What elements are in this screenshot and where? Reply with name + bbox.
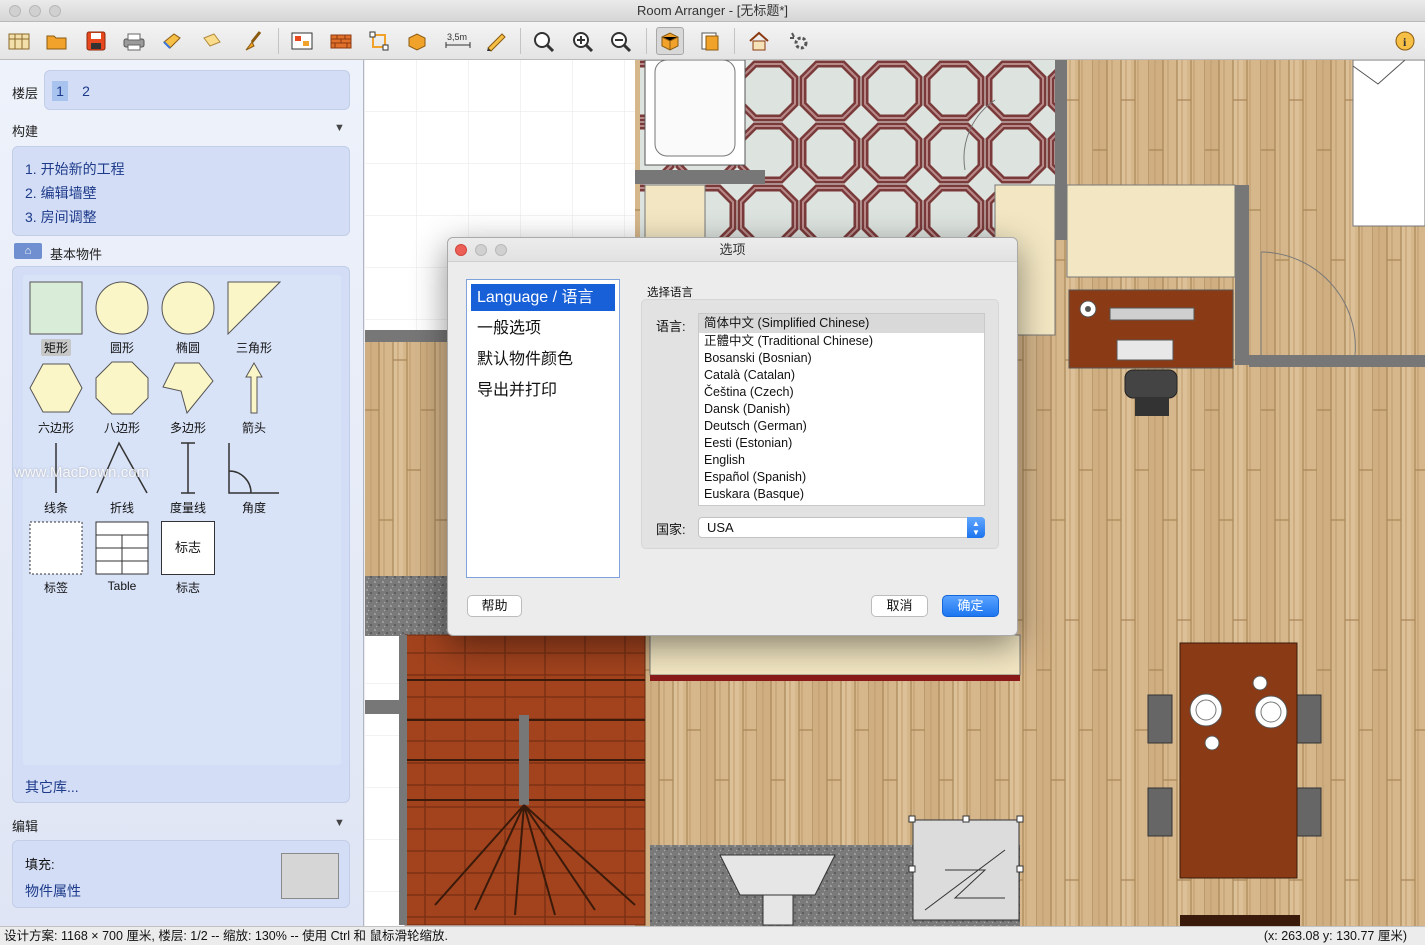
status-bar: 设计方案: 1168 × 700 厘米, 楼层: 1/2 -- 缩放: 130%… <box>0 926 1425 945</box>
window-title: Room Arranger - [无标题*] <box>637 3 788 18</box>
print-icon[interactable] <box>120 27 148 55</box>
other-libraries-link[interactable]: 其它库... <box>25 777 79 797</box>
language-option-estonian[interactable]: Eesti (Estonian) <box>699 435 984 452</box>
floor-2-tab[interactable]: 2 <box>79 81 93 101</box>
undo-icon[interactable] <box>158 27 186 55</box>
resize-icon[interactable] <box>365 27 393 55</box>
language-option-basque[interactable]: Euskara (Basque) <box>699 486 984 503</box>
3d-box-icon[interactable] <box>656 27 684 55</box>
category-default-colors[interactable]: 默认物件颜色 <box>471 346 615 373</box>
cursor-coordinates: (x: 263.08 y: 130.77 厘米) <box>1263 929 1407 943</box>
floors-label: 楼层 <box>12 86 39 101</box>
category-export-print[interactable]: 导出并打印 <box>471 377 615 404</box>
save-icon[interactable] <box>82 27 110 55</box>
language-option-german[interactable]: Deutsch (German) <box>699 418 984 435</box>
language-option-english[interactable]: English <box>699 452 984 469</box>
section-title: 选择语言 <box>647 287 693 299</box>
brush-icon[interactable] <box>240 27 268 55</box>
language-option-czech[interactable]: Čeština (Czech) <box>699 384 984 401</box>
category-general[interactable]: 一般选项 <box>471 315 615 342</box>
wall-icon[interactable] <box>327 27 355 55</box>
ellipse-object[interactable]: 椭圆 <box>158 281 218 356</box>
select-chevron-icon: ▲ ▼ <box>967 517 985 538</box>
step-adjust-room-link[interactable]: 3. 房间调整 <box>25 207 97 227</box>
language-option-danish[interactable]: Dansk (Danish) <box>699 401 984 418</box>
open-folder-icon[interactable] <box>43 27 71 55</box>
language-label: 语言: <box>656 319 686 334</box>
redo-icon[interactable] <box>198 27 226 55</box>
zoom-out-icon[interactable] <box>607 27 635 55</box>
country-label: 国家: <box>656 522 686 537</box>
house-3d-icon[interactable] <box>745 27 773 55</box>
edit-panel: 填充: 物件属性 <box>12 840 350 908</box>
settings-sparkle-icon[interactable] <box>785 27 813 55</box>
polygon-object[interactable]: 多边形 <box>158 361 218 436</box>
dialog-minimize-button <box>475 244 487 256</box>
status-text: 设计方案: 1168 × 700 厘米, 楼层: 1/2 -- 缩放: 130%… <box>4 929 448 943</box>
zoom-in-icon[interactable] <box>569 27 597 55</box>
hexagon-object[interactable]: 六边形 <box>26 361 86 436</box>
dialog-close-button[interactable] <box>455 244 467 256</box>
language-option-catalan[interactable]: Català (Catalan) <box>699 367 984 384</box>
dialog-title: 选项 <box>719 242 746 257</box>
triangle-object[interactable]: 三角形 <box>224 281 284 356</box>
circle-object[interactable]: 圆形 <box>92 281 152 356</box>
construct-section-label: 构建 <box>12 124 39 139</box>
fill-label: 填充: <box>25 857 55 872</box>
sign-object[interactable]: 标志 标志 <box>158 521 218 596</box>
object-list-icon[interactable] <box>696 27 724 55</box>
fill-color-swatch[interactable] <box>281 853 339 899</box>
language-option-bosnian[interactable]: Bosanski (Bosnian) <box>699 350 984 367</box>
ok-button[interactable]: 确定 <box>942 595 999 617</box>
zoom-window-button[interactable] <box>49 5 61 17</box>
edit-collapse-icon[interactable]: ▼ <box>334 817 345 829</box>
dialog-title-bar: 选项 <box>448 238 1017 262</box>
info-icon[interactable]: i <box>1391 27 1419 55</box>
angle-object[interactable]: 角度 <box>224 441 284 516</box>
help-button[interactable]: 帮助 <box>467 595 522 617</box>
language-list[interactable]: 简体中文 (Simplified Chinese) 正體中文 (Traditio… <box>698 313 985 506</box>
close-window-button[interactable] <box>9 5 21 17</box>
home-icon[interactable]: ⌂ <box>14 243 42 259</box>
category-language[interactable]: Language / 语言 <box>471 284 615 311</box>
floor-1-tab[interactable]: 1 <box>52 81 68 101</box>
language-option-simplified-chinese[interactable]: 简体中文 (Simplified Chinese) <box>699 314 984 333</box>
objects-panel: 矩形 圆形 椭圆 三角形 六边形 八边形 多边形 箭头 线条 折线 度量线 角度… <box>12 266 350 803</box>
zoom-fit-icon[interactable] <box>530 27 558 55</box>
country-value: USA <box>707 520 734 535</box>
toolbar: 3,5m i <box>0 22 1425 60</box>
language-option-traditional-chinese[interactable]: 正體中文 (Traditional Chinese) <box>699 333 984 350</box>
rotate-object-icon[interactable] <box>403 27 431 55</box>
octagon-object[interactable]: 八边形 <box>92 361 152 436</box>
sidebar: 楼层 1 2 构建 ▼ 1. 开始新的工程 2. 编辑墙壁 3. 房间调整 ⌂ … <box>0 60 364 926</box>
step-edit-walls-link[interactable]: 2. 编辑墙壁 <box>25 183 97 203</box>
watermark: www.MacDown.com <box>14 464 150 481</box>
sign-object-text: 标志 <box>161 521 215 575</box>
construct-collapse-icon[interactable]: ▼ <box>334 122 345 134</box>
language-option-spanish[interactable]: Español (Spanish) <box>699 469 984 486</box>
pencil-icon[interactable] <box>482 27 510 55</box>
minimize-window-button[interactable] <box>29 5 41 17</box>
basic-objects-label: 基本物件 <box>50 247 103 262</box>
arrow-object[interactable]: 箭头 <box>224 361 284 436</box>
dimension-line-object[interactable]: 度量线 <box>158 441 218 516</box>
svg-text:3,5m: 3,5m <box>447 32 467 42</box>
table-object[interactable]: Table <box>92 521 152 593</box>
new-project-icon[interactable] <box>5 27 33 55</box>
cancel-button[interactable]: 取消 <box>871 595 928 617</box>
floor-selector: 1 2 <box>44 70 350 110</box>
rectangle-object[interactable]: 矩形 <box>26 281 86 356</box>
options-dialog: 选项 Language / 语言 一般选项 默认物件颜色 导出并打印 选择语言 … <box>447 237 1018 636</box>
construct-steps-panel: 1. 开始新的工程 2. 编辑墙壁 3. 房间调整 <box>12 146 350 236</box>
dialog-zoom-button <box>495 244 507 256</box>
title-bar: Room Arranger - [无标题*] <box>0 0 1425 22</box>
measure-icon[interactable]: 3,5m <box>442 27 474 55</box>
room-layout-icon[interactable] <box>288 27 316 55</box>
country-select[interactable]: USA ▲ ▼ <box>698 517 985 538</box>
category-list: Language / 语言 一般选项 默认物件颜色 导出并打印 <box>466 279 620 578</box>
object-properties-link[interactable]: 物件属性 <box>25 881 81 901</box>
step-new-project-link[interactable]: 1. 开始新的工程 <box>25 159 125 179</box>
label-object[interactable]: 标签 <box>26 521 86 596</box>
edit-section-label: 编辑 <box>12 819 39 834</box>
